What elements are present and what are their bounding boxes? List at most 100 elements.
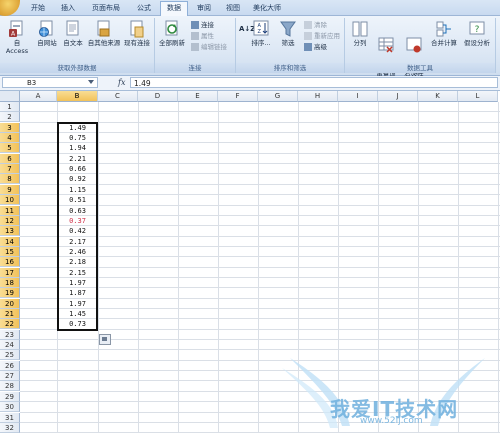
- column-header-i[interactable]: I: [338, 91, 378, 102]
- cell-b22[interactable]: 0.73: [58, 319, 97, 329]
- from-other-sources-button[interactable]: 自其他来源: [86, 20, 122, 47]
- existing-connections-button[interactable]: 现有连接: [122, 20, 152, 47]
- row-header-22[interactable]: 22: [0, 319, 20, 330]
- cell-b8[interactable]: 0.92: [58, 174, 97, 184]
- row-header-9[interactable]: 9: [0, 184, 20, 195]
- row-header-20[interactable]: 20: [0, 298, 20, 309]
- connections-button[interactable]: 连接: [191, 20, 214, 30]
- row-header-13[interactable]: 13: [0, 226, 20, 237]
- row-header-14[interactable]: 14: [0, 236, 20, 247]
- row-header-28[interactable]: 28: [0, 381, 20, 392]
- tab-2[interactable]: 页面布局: [84, 2, 128, 15]
- row-header-15[interactable]: 15: [0, 246, 20, 257]
- from-access-button[interactable]: A 自 Access: [2, 20, 32, 55]
- row-header-4[interactable]: 4: [0, 133, 20, 144]
- advanced-button[interactable]: 高级: [304, 42, 327, 52]
- tab-0[interactable]: 开始: [24, 2, 52, 15]
- row-header-6[interactable]: 6: [0, 153, 20, 164]
- row-header-19[interactable]: 19: [0, 288, 20, 299]
- cell-b10[interactable]: 0.51: [58, 195, 97, 205]
- cell-b7[interactable]: 0.66: [58, 164, 97, 174]
- formula-input[interactable]: 1.49: [130, 77, 498, 88]
- column-header-k[interactable]: K: [418, 91, 458, 102]
- tab-1[interactable]: 插入: [54, 2, 82, 15]
- select-all-corner[interactable]: [0, 91, 20, 102]
- row-header-26[interactable]: 26: [0, 360, 20, 371]
- column-header-f[interactable]: F: [218, 91, 258, 102]
- row-header-31[interactable]: 31: [0, 412, 20, 423]
- consolidate-button[interactable]: 合并计算: [429, 20, 459, 47]
- cell-b11[interactable]: 0.63: [58, 206, 97, 216]
- column-header-a[interactable]: A: [20, 91, 57, 102]
- clear-button[interactable]: 清除: [304, 20, 327, 30]
- sort-button[interactable]: AZ 排序...: [250, 20, 272, 47]
- cell-b3[interactable]: 1.49: [58, 123, 97, 133]
- cell-b20[interactable]: 1.97: [58, 299, 97, 309]
- row-header-25[interactable]: 25: [0, 350, 20, 361]
- column-header-l[interactable]: L: [458, 91, 498, 102]
- properties-button[interactable]: 属性: [191, 31, 214, 41]
- office-button[interactable]: [0, 0, 20, 16]
- row-header-27[interactable]: 27: [0, 371, 20, 382]
- tab-6[interactable]: 视图: [220, 2, 246, 15]
- cell-b14[interactable]: 2.17: [58, 237, 97, 247]
- row-header-21[interactable]: 21: [0, 309, 20, 319]
- row-header-10[interactable]: 10: [0, 195, 20, 206]
- tab-7[interactable]: 美化大师: [248, 2, 286, 15]
- row-header-16[interactable]: 16: [0, 257, 20, 268]
- row-header-23[interactable]: 23: [0, 329, 20, 340]
- refresh-all-button[interactable]: 全部刷新: [157, 20, 187, 47]
- column-header-j[interactable]: J: [378, 91, 418, 102]
- tab-4[interactable]: 数据: [160, 1, 188, 16]
- cell-b12[interactable]: 0.37: [58, 216, 97, 226]
- reapply-button[interactable]: 重新应用: [304, 31, 340, 41]
- paste-options-icon[interactable]: [99, 333, 111, 345]
- from-web-button[interactable]: 自网站: [34, 20, 60, 47]
- row-header-7[interactable]: 7: [0, 164, 20, 175]
- what-if-analysis-button[interactable]: ? 假设分析: [461, 20, 493, 47]
- cell-b17[interactable]: 2.15: [58, 268, 97, 278]
- sort-label: 排序...: [251, 39, 271, 47]
- cell-b21[interactable]: 1.45: [58, 309, 97, 319]
- fx-icon[interactable]: fx: [118, 78, 125, 87]
- cell-b5[interactable]: 1.94: [58, 143, 97, 153]
- column-header-g[interactable]: G: [258, 91, 298, 102]
- filter-button[interactable]: 筛选: [276, 20, 300, 47]
- column-header-b[interactable]: B: [57, 91, 98, 102]
- name-box[interactable]: B3: [2, 77, 98, 88]
- row-header-1[interactable]: 1: [0, 102, 20, 112]
- worksheet-grid[interactable]: A B C D E F G H I J K L 1 2 3 4 5 6 7 8 9 10 11 12 13 14 15 16 17 18 1…: [0, 91, 500, 433]
- row-header-18[interactable]: 18: [0, 277, 20, 288]
- cell-b18[interactable]: 1.97: [58, 278, 97, 288]
- text-to-columns-button[interactable]: 分列: [349, 20, 371, 47]
- row-header-3[interactable]: 3: [0, 122, 20, 133]
- row-header-8[interactable]: 8: [0, 174, 20, 185]
- row-header-11[interactable]: 11: [0, 205, 20, 216]
- cell-b13[interactable]: 0.42: [58, 226, 97, 236]
- row-header-29[interactable]: 29: [0, 391, 20, 402]
- row-header-2[interactable]: 2: [0, 112, 20, 123]
- column-header-d[interactable]: D: [138, 91, 178, 102]
- cell-b15[interactable]: 2.46: [58, 247, 97, 257]
- row-header-5[interactable]: 5: [0, 143, 20, 154]
- cell-b19[interactable]: 1.87: [58, 288, 97, 298]
- cell-b6[interactable]: 2.21: [58, 154, 97, 164]
- column-header-e[interactable]: E: [178, 91, 218, 102]
- cell-b4[interactable]: 0.75: [58, 133, 97, 143]
- from-text-button[interactable]: 自文本: [60, 20, 86, 47]
- tab-3[interactable]: 公式: [130, 2, 158, 15]
- row-header-32[interactable]: 32: [0, 422, 20, 433]
- row-header-12[interactable]: 12: [0, 215, 20, 226]
- chevron-down-icon[interactable]: [88, 80, 94, 84]
- from-other-sources-label: 自其他来源: [87, 39, 121, 47]
- edit-links-button[interactable]: 编辑链接: [191, 42, 227, 52]
- row-header-30[interactable]: 30: [0, 402, 20, 413]
- row-header-17[interactable]: 17: [0, 267, 20, 278]
- row-header-24[interactable]: 24: [0, 340, 20, 351]
- svg-text:?: ?: [475, 25, 480, 35]
- cell-b9[interactable]: 1.15: [58, 185, 97, 195]
- column-header-h[interactable]: H: [298, 91, 338, 102]
- tab-5[interactable]: 审阅: [190, 2, 218, 15]
- column-header-c[interactable]: C: [98, 91, 138, 102]
- cell-b16[interactable]: 2.18: [58, 257, 97, 267]
